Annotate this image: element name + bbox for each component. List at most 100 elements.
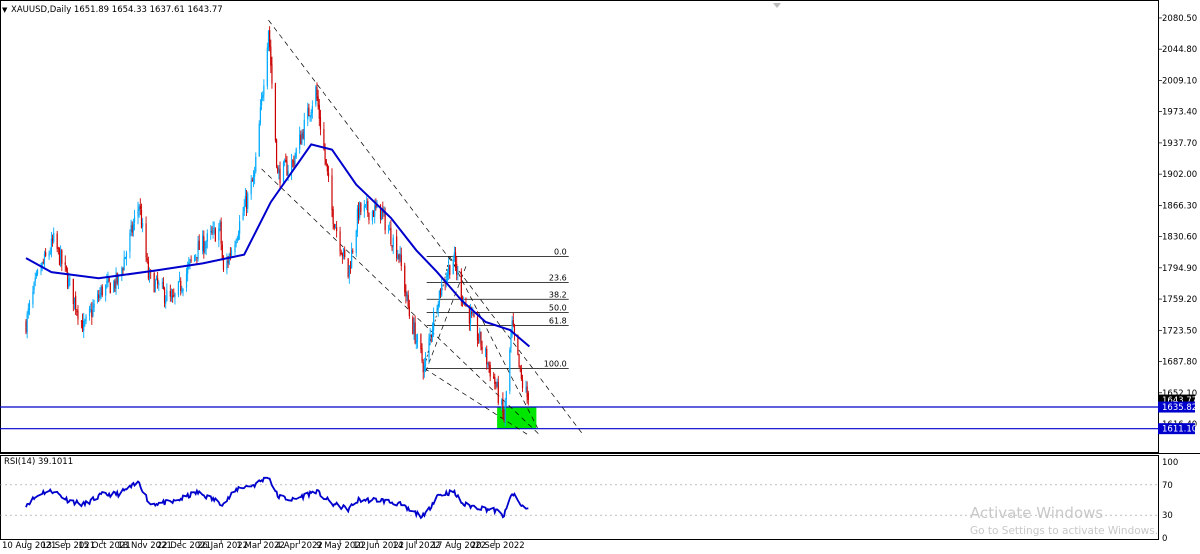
candle[interactable] bbox=[512, 313, 514, 328]
candle[interactable] bbox=[133, 209, 136, 231]
candle[interactable] bbox=[166, 283, 168, 302]
candle[interactable] bbox=[137, 201, 139, 225]
candle[interactable] bbox=[50, 231, 53, 258]
candle[interactable] bbox=[501, 398, 503, 412]
candle[interactable] bbox=[317, 89, 319, 110]
candle[interactable] bbox=[526, 381, 528, 404]
candle[interactable] bbox=[436, 304, 438, 314]
candle[interactable] bbox=[125, 250, 128, 266]
candle[interactable] bbox=[106, 273, 108, 289]
candle[interactable] bbox=[319, 109, 322, 136]
candle[interactable] bbox=[222, 255, 225, 272]
candle[interactable] bbox=[437, 300, 439, 317]
candle[interactable] bbox=[115, 267, 117, 295]
candle[interactable] bbox=[42, 258, 44, 265]
candle[interactable] bbox=[323, 122, 325, 151]
candle[interactable] bbox=[211, 226, 213, 235]
candle[interactable] bbox=[389, 221, 391, 231]
candle[interactable] bbox=[27, 303, 29, 319]
candle[interactable] bbox=[316, 82, 318, 102]
candle[interactable] bbox=[262, 91, 264, 102]
candle[interactable] bbox=[75, 291, 77, 315]
candle[interactable] bbox=[185, 267, 188, 292]
candle[interactable] bbox=[364, 204, 367, 208]
candle[interactable] bbox=[247, 191, 249, 213]
candle[interactable] bbox=[415, 334, 417, 349]
candle[interactable] bbox=[73, 297, 76, 310]
candle[interactable] bbox=[494, 373, 496, 390]
candle[interactable] bbox=[309, 115, 311, 122]
candle[interactable] bbox=[219, 219, 221, 232]
candle[interactable] bbox=[518, 353, 520, 368]
candle[interactable] bbox=[174, 292, 176, 305]
candle[interactable] bbox=[352, 248, 354, 254]
candle[interactable] bbox=[124, 256, 126, 260]
candle[interactable] bbox=[363, 199, 365, 218]
candle[interactable] bbox=[32, 285, 34, 309]
candle[interactable] bbox=[245, 189, 248, 216]
candle[interactable] bbox=[140, 203, 143, 229]
candle[interactable] bbox=[420, 333, 422, 354]
candle[interactable] bbox=[85, 314, 87, 325]
candle[interactable] bbox=[371, 209, 374, 225]
trend-channel-line-2[interactable] bbox=[261, 168, 539, 435]
candle[interactable] bbox=[446, 268, 449, 283]
candle[interactable] bbox=[101, 284, 103, 298]
candle[interactable] bbox=[254, 166, 256, 185]
candle[interactable] bbox=[478, 333, 480, 344]
candle[interactable] bbox=[255, 152, 257, 174]
candle[interactable] bbox=[439, 288, 442, 297]
chart-canvas[interactable]: ▼ XAUUSD,Daily 1651.89 1654.33 1637.61 1… bbox=[0, 0, 1200, 554]
candle[interactable] bbox=[431, 322, 434, 342]
candle[interactable] bbox=[60, 245, 62, 268]
chart-window[interactable]: ▼ XAUUSD,Daily 1651.89 1654.33 1637.61 1… bbox=[0, 0, 1200, 554]
candle[interactable] bbox=[205, 240, 207, 256]
candle[interactable] bbox=[368, 212, 370, 225]
candle[interactable] bbox=[214, 227, 216, 242]
candle[interactable] bbox=[212, 221, 214, 239]
candle[interactable] bbox=[64, 255, 66, 272]
candle[interactable] bbox=[433, 307, 435, 338]
candle[interactable] bbox=[92, 299, 94, 318]
candle[interactable] bbox=[251, 177, 253, 182]
candle[interactable] bbox=[278, 164, 280, 180]
candle[interactable] bbox=[188, 256, 190, 270]
candle[interactable] bbox=[197, 235, 199, 262]
candle[interactable] bbox=[121, 266, 123, 282]
candle[interactable] bbox=[250, 175, 252, 200]
candle[interactable] bbox=[237, 230, 240, 241]
candle[interactable] bbox=[252, 170, 255, 187]
candle[interactable] bbox=[324, 143, 326, 166]
candle[interactable] bbox=[318, 98, 320, 127]
candle[interactable] bbox=[260, 92, 263, 111]
candle[interactable] bbox=[173, 288, 175, 298]
candle[interactable] bbox=[158, 280, 160, 291]
candle[interactable] bbox=[98, 289, 100, 302]
candle[interactable] bbox=[344, 246, 346, 260]
candle[interactable] bbox=[348, 265, 350, 284]
candle[interactable] bbox=[428, 333, 430, 363]
candle[interactable] bbox=[220, 217, 222, 251]
candle[interactable] bbox=[230, 247, 233, 257]
candle[interactable] bbox=[333, 223, 335, 231]
candle[interactable] bbox=[203, 230, 205, 259]
chart-menu-arrow-icon[interactable]: ▼ bbox=[2, 6, 8, 14]
candle[interactable] bbox=[301, 129, 303, 146]
candle[interactable] bbox=[204, 241, 206, 254]
candle[interactable] bbox=[300, 130, 302, 145]
candle[interactable] bbox=[360, 202, 362, 216]
candle[interactable] bbox=[481, 340, 483, 354]
candle[interactable] bbox=[157, 271, 159, 289]
candle[interactable] bbox=[479, 327, 481, 344]
candle[interactable] bbox=[169, 284, 171, 302]
candle[interactable] bbox=[399, 245, 401, 263]
candle[interactable] bbox=[396, 229, 398, 262]
candle[interactable] bbox=[263, 79, 265, 102]
candle[interactable] bbox=[504, 398, 506, 427]
candle[interactable] bbox=[279, 161, 281, 190]
candle[interactable] bbox=[336, 221, 338, 238]
candle[interactable] bbox=[412, 315, 414, 335]
candle[interactable] bbox=[266, 42, 268, 90]
candle[interactable] bbox=[76, 308, 78, 317]
candle[interactable] bbox=[497, 375, 499, 406]
